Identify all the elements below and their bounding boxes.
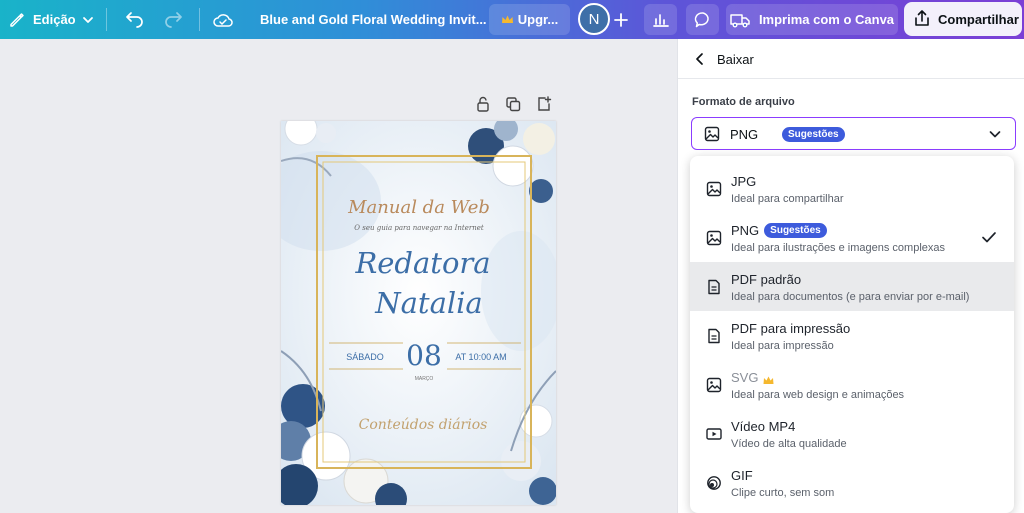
invite-month-label: MARÇO bbox=[415, 376, 434, 382]
suggestion-badge: Sugestões bbox=[764, 223, 827, 238]
invite-time-label: AT 10:00 AM bbox=[455, 352, 506, 362]
redo-icon bbox=[164, 11, 184, 29]
format-option-name: Vídeo MP4 bbox=[731, 419, 795, 434]
truck-icon bbox=[730, 12, 750, 28]
panel-title: Baixar bbox=[717, 52, 754, 67]
crown-icon bbox=[763, 373, 774, 384]
file-format-label: Formato de arquivo bbox=[692, 96, 795, 108]
format-option-desc: Ideal para documentos (e para enviar por… bbox=[731, 291, 970, 303]
format-option-name: PDF para impressão bbox=[731, 321, 850, 336]
format-option-name: JPG bbox=[731, 174, 756, 189]
document-icon bbox=[706, 279, 722, 295]
format-name-text: PDF padrão bbox=[731, 272, 802, 287]
invite-name-line2: Natalia bbox=[374, 286, 482, 320]
format-name-text: Vídeo MP4 bbox=[731, 419, 796, 434]
edit-menu-button[interactable]: Edição bbox=[8, 0, 94, 39]
lock-icon[interactable] bbox=[475, 96, 491, 112]
back-arrow-icon[interactable] bbox=[692, 51, 708, 67]
toolbar-divider bbox=[199, 8, 200, 31]
format-option-desc: Ideal para impressão bbox=[731, 340, 834, 352]
crown-icon bbox=[501, 14, 514, 25]
format-option-pdf-print[interactable]: PDF para impressão Ideal para impressão bbox=[690, 311, 1014, 360]
file-format-select[interactable]: PNG Sugestões bbox=[691, 117, 1016, 150]
image-icon bbox=[706, 377, 722, 393]
format-option-mp4[interactable]: Vídeo MP4 Vídeo de alta qualidade bbox=[690, 409, 1014, 458]
duplicate-icon[interactable] bbox=[505, 96, 521, 112]
document-icon bbox=[706, 328, 722, 344]
avatar[interactable]: N bbox=[578, 3, 610, 35]
selected-format: PNG bbox=[730, 127, 759, 142]
format-option-name: PDF padrão bbox=[731, 272, 801, 287]
format-option-pdf-standard[interactable]: PDF padrão Ideal para documentos (e para… bbox=[690, 262, 1014, 311]
plus-icon bbox=[614, 12, 628, 27]
design-page[interactable]: Manual da Web O seu guia para navegar na… bbox=[281, 121, 556, 505]
format-name-text: JPG bbox=[731, 174, 757, 189]
format-name-text: GIF bbox=[731, 468, 753, 483]
format-name-text: PDF para impressão bbox=[731, 321, 851, 336]
invite-day-number: 08 bbox=[406, 339, 442, 372]
comment-button[interactable] bbox=[686, 4, 719, 35]
format-option-desc: Ideal para web design e animações bbox=[731, 389, 905, 401]
redo-button[interactable] bbox=[164, 0, 184, 39]
file-format-dropdown: JPG Ideal para compartilhar PNG Sugestõe… bbox=[690, 156, 1014, 513]
document-title-text: Blue and Gold Floral Wedding Invit... bbox=[260, 12, 487, 27]
invitation-artwork: Manual da Web O seu guia para navegar na… bbox=[281, 121, 556, 505]
image-icon bbox=[704, 126, 720, 142]
print-label: Imprima com o Canva bbox=[758, 12, 895, 27]
invite-tagline: O seu guia para navegar na Internet bbox=[354, 224, 484, 232]
bar-chart-icon bbox=[652, 12, 670, 28]
comment-icon bbox=[694, 11, 712, 29]
add-collaborator-button[interactable] bbox=[614, 0, 628, 39]
format-option-name: SVG bbox=[731, 370, 774, 385]
toolbar-divider bbox=[106, 8, 107, 31]
format-option-gif[interactable]: GIF Clipe curto, sem som bbox=[690, 458, 1014, 507]
format-option-name: PNG Sugestões bbox=[731, 223, 827, 238]
share-button[interactable]: Compartilhar bbox=[904, 2, 1022, 36]
share-label: Compartilhar bbox=[938, 11, 1019, 27]
cloud-save-icon bbox=[212, 11, 234, 29]
share-upload-icon bbox=[913, 9, 931, 30]
undo-icon bbox=[124, 11, 144, 29]
format-option-jpg[interactable]: JPG Ideal para compartilhar bbox=[690, 164, 1014, 213]
format-option-svg[interactable]: SVG Ideal para web design e animações bbox=[690, 360, 1014, 409]
format-option-name: GIF bbox=[731, 468, 753, 483]
print-with-canva-button[interactable]: Imprima com o Canva bbox=[726, 4, 898, 35]
cloud-save-button[interactable] bbox=[212, 0, 234, 39]
format-name-text: PNG bbox=[731, 223, 760, 238]
invite-brand: Manual da Web bbox=[347, 197, 490, 218]
invite-name-line1: Redatora bbox=[354, 246, 490, 280]
image-icon bbox=[706, 230, 722, 246]
panel-header: Baixar bbox=[678, 39, 1024, 79]
invite-day-label: SÁBADO bbox=[346, 352, 384, 362]
top-toolbar: Edição Blue and Gold Floral Wedding Invi… bbox=[0, 0, 1024, 39]
upgrade-label: Upgr... bbox=[517, 12, 559, 27]
upgrade-button[interactable]: Upgr... bbox=[489, 4, 570, 35]
video-icon bbox=[706, 426, 722, 442]
pencil-icon bbox=[8, 11, 26, 29]
format-option-desc: Ideal para ilustrações e imagens complex… bbox=[731, 242, 946, 254]
image-icon bbox=[706, 181, 722, 197]
suggestion-badge: Sugestões bbox=[782, 127, 845, 142]
format-name-text: SVG bbox=[731, 370, 759, 385]
format-option-desc: Ideal para compartilhar bbox=[731, 193, 844, 205]
gif-icon bbox=[706, 475, 722, 491]
format-option-desc: Vídeo de alta qualidade bbox=[731, 438, 847, 450]
insights-button[interactable] bbox=[644, 4, 677, 35]
invite-footer: Conteúdos diários bbox=[359, 417, 488, 433]
undo-button[interactable] bbox=[124, 0, 144, 39]
edit-menu-label: Edição bbox=[33, 12, 76, 27]
add-page-icon[interactable] bbox=[536, 96, 552, 112]
format-option-png[interactable]: PNG Sugestões Ideal para ilustrações e i… bbox=[690, 213, 1014, 262]
chevron-down-icon bbox=[988, 127, 1002, 141]
document-title[interactable]: Blue and Gold Floral Wedding Invit... bbox=[260, 0, 487, 39]
format-option-desc: Clipe curto, sem som bbox=[731, 487, 835, 499]
chevron-down-icon bbox=[82, 14, 94, 26]
checkmark-icon bbox=[981, 229, 997, 245]
avatar-initial: N bbox=[588, 10, 600, 28]
